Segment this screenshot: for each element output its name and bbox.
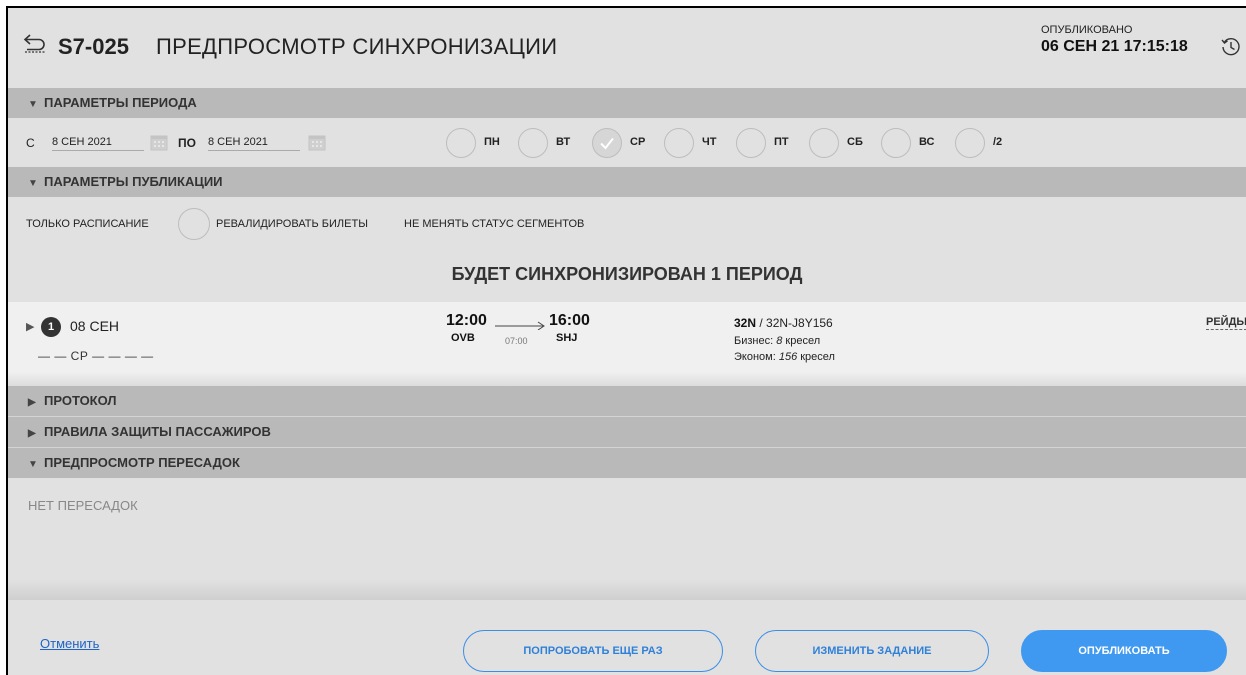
day-checkbox[interactable] — [809, 128, 839, 158]
keep-segment-status-option[interactable]: НЕ МЕНЯТЬ СТАТУС СЕГМЕНТОВ — [404, 218, 584, 230]
day-label: ВС — [919, 136, 935, 148]
day-label: СБ — [847, 136, 863, 148]
schedule-only-option[interactable]: ТОЛЬКО РАСПИСАНИЕ — [26, 218, 149, 230]
calendar-icon[interactable] — [308, 133, 326, 151]
expand-triangle-icon: ▶ — [28, 397, 36, 408]
day-label: ПТ — [774, 136, 789, 148]
sync-preview-window: S7-025 ПРЕДПРОСМОТР СИНХРОНИЗАЦИИ ОПУБЛИ… — [6, 6, 1246, 675]
day-label: /2 — [993, 136, 1003, 148]
section-title: ПРАВИЛА ЗАЩИТЫ ПАССАЖИРОВ — [44, 424, 271, 439]
arrival-airport: SHJ — [556, 332, 578, 344]
publish-params-section[interactable]: ▼ ПАРАМЕТРЫ ПУБЛИКАЦИИ — [8, 167, 1246, 197]
expand-triangle-icon: ▶ — [28, 428, 36, 439]
day-checkbox[interactable] — [446, 128, 476, 158]
page-title: ПРЕДПРОСМОТР СИНХРОНИЗАЦИИ — [156, 34, 558, 59]
expand-triangle-icon[interactable]: ▶ — [26, 320, 34, 333]
day-label: ВТ — [556, 136, 571, 148]
published-date: 06 СЕН 21 17:15:18 — [1041, 38, 1188, 55]
from-date-input[interactable]: 8 СЕН 2021 — [52, 136, 144, 151]
passenger-rules-section[interactable]: ▶ ПРАВИЛА ЗАЩИТЫ ПАССАЖИРОВ — [8, 417, 1246, 447]
day-label: ЧТ — [702, 136, 717, 148]
retry-button[interactable]: ПОПРОБОВАТЬ ЕЩЕ РАЗ — [463, 630, 723, 672]
history-icon[interactable] — [1220, 36, 1242, 58]
collapse-triangle-icon: ▼ — [28, 178, 38, 189]
arrival-time: 16:00 — [549, 312, 590, 329]
day-label: СР — [630, 136, 646, 148]
no-connections-text: НЕТ ПЕРЕСАДОК — [28, 498, 138, 513]
section-title: ПРОТОКОЛ — [44, 393, 117, 408]
day-label: ПН — [484, 136, 500, 148]
cancel-link[interactable]: Отменить — [40, 636, 99, 651]
connections-preview-section[interactable]: ▼ ПРЕДПРОСМОТР ПЕРЕСАДОК — [8, 448, 1246, 478]
economy-seats: 156 — [778, 351, 798, 363]
publish-button[interactable]: ОПУБЛИКОВАТЬ — [1021, 630, 1227, 672]
schedule-code: S7-025 — [58, 34, 129, 59]
business-cabin: Бизнес: 8 кресел — [734, 335, 821, 347]
period-card: ▶ 1 08 СЕН — — СР — — — — 12:00 OVB 07:0… — [8, 302, 1246, 386]
day-checkbox[interactable] — [592, 128, 622, 158]
to-date-input[interactable]: 8 СЕН 2021 — [208, 136, 300, 151]
collapse-triangle-icon: ▼ — [28, 459, 38, 470]
footer: Отменить ПОПРОБОВАТЬ ЕЩЕ РАЗ ИЗМЕНИТЬ ЗА… — [8, 600, 1246, 675]
to-label: ПО — [178, 136, 196, 150]
period-params-row: С 8 СЕН 2021 ПО 8 СЕН 2021 ПН ВТ СР ЧТ П… — [8, 119, 1246, 166]
period-date: 08 СЕН — [70, 318, 120, 334]
day-checkbox[interactable] — [881, 128, 911, 158]
back-icon[interactable] — [22, 32, 48, 54]
section-title: ПАРАМЕТРЫ ПУБЛИКАЦИИ — [44, 174, 223, 189]
revalidate-toggle[interactable] — [178, 208, 210, 240]
departure-airport: OVB — [451, 332, 475, 344]
sync-summary-title: БУДЕТ СИНХРОНИЗИРОВАН 1 ПЕРИОД — [451, 264, 803, 284]
collapse-triangle-icon: ▼ — [28, 99, 38, 110]
day-checkbox[interactable] — [736, 128, 766, 158]
aircraft-type: 32N — [734, 316, 757, 330]
from-label: С — [26, 136, 35, 150]
arrow-right-icon — [495, 321, 545, 330]
flight-duration: 07:00 — [505, 336, 528, 346]
publish-params-row: ТОЛЬКО РАСПИСАНИЕ РЕВАЛИДИРОВАТЬ БИЛЕТЫ … — [8, 206, 1246, 248]
header: S7-025 ПРЕДПРОСМОТР СИНХРОНИЗАЦИИ ОПУБЛИ… — [8, 8, 1246, 88]
revalidate-tickets-option[interactable]: РЕВАЛИДИРОВАТЬ БИЛЕТЫ — [216, 218, 368, 230]
day-checkbox[interactable] — [664, 128, 694, 158]
day-checkbox[interactable] — [518, 128, 548, 158]
departure-time: 12:00 — [446, 312, 487, 329]
aircraft-info: 32N / 32N-J8Y156 — [734, 316, 833, 330]
check-icon — [600, 137, 614, 150]
period-index-badge: 1 — [41, 317, 61, 337]
edit-task-button[interactable]: ИЗМЕНИТЬ ЗАДАНИЕ — [755, 630, 989, 672]
flights-link[interactable]: РЕЙДЫ — [1206, 316, 1246, 330]
protocol-section[interactable]: ▶ ПРОТОКОЛ — [8, 386, 1246, 416]
period-days-pattern: — — СР — — — — — [38, 349, 154, 363]
section-title: ПАРАМЕТРЫ ПЕРИОДА — [44, 95, 197, 110]
day-checkbox[interactable] — [955, 128, 985, 158]
economy-cabin: Эконом: 156 кресел — [734, 351, 835, 363]
published-label: ОПУБЛИКОВАНО — [1041, 24, 1133, 36]
section-title: ПРЕДПРОСМОТР ПЕРЕСАДОК — [44, 455, 240, 470]
aircraft-config: / 32N-J8Y156 — [756, 316, 833, 330]
period-params-section[interactable]: ▼ ПАРАМЕТРЫ ПЕРИОДА — [8, 88, 1246, 118]
calendar-icon[interactable] — [150, 133, 168, 151]
